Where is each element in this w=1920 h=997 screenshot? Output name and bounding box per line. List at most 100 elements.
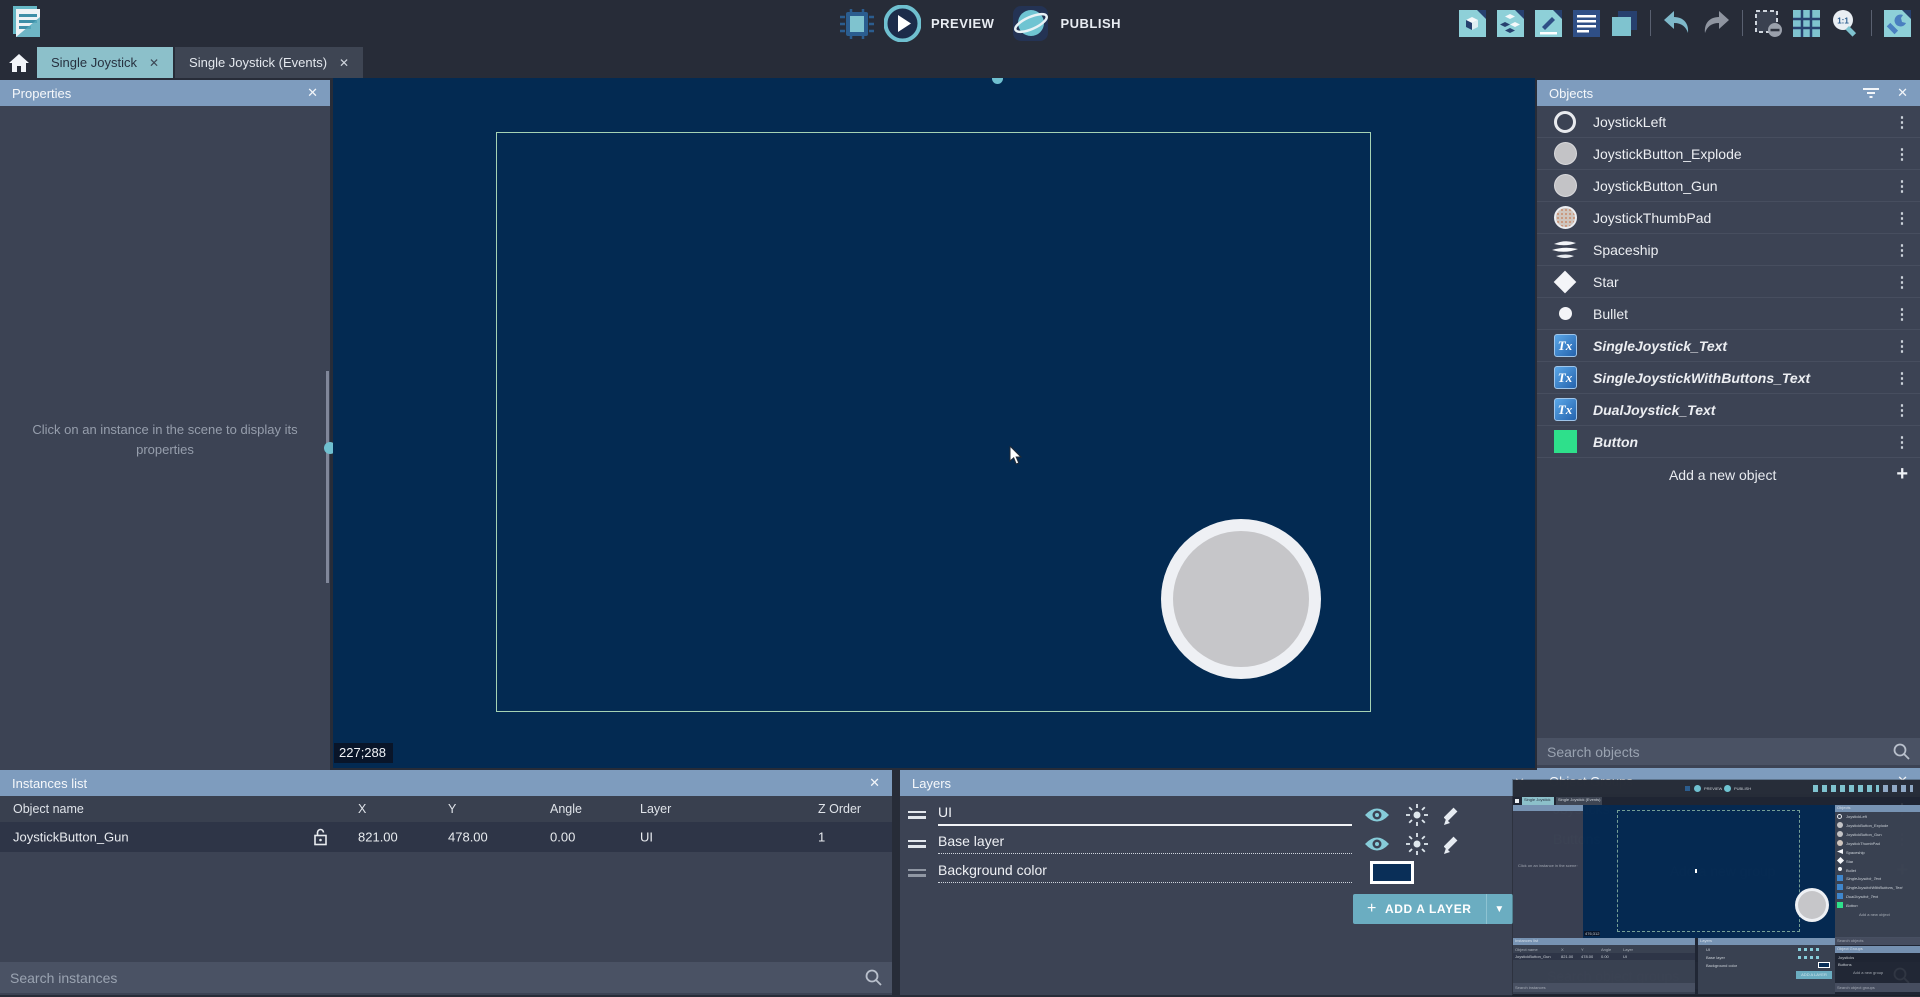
joystick-button-instance[interactable]: [1161, 519, 1321, 679]
close-tab-icon[interactable]: ✕: [339, 56, 349, 70]
objects-search-bar: [1537, 738, 1920, 765]
publish-planet-icon[interactable]: [1012, 5, 1050, 42]
object-row[interactable]: JoystickButton_Gun ⋮: [1537, 170, 1920, 202]
object-row[interactable]: Tx SingleJoystick_Text ⋮: [1537, 330, 1920, 362]
object-menu-icon[interactable]: ⋮: [1894, 113, 1910, 131]
panel-title: Layers: [912, 776, 951, 791]
object-row[interactable]: JoystickButton_Explode ⋮: [1537, 138, 1920, 170]
object-row[interactable]: Bullet ⋮: [1537, 298, 1920, 330]
object-menu-icon[interactable]: ⋮: [1894, 209, 1910, 227]
scene-editor-canvas[interactable]: 227;288: [333, 78, 1535, 768]
object-row[interactable]: JoystickLeft ⋮: [1537, 106, 1920, 138]
object-menu-icon[interactable]: ⋮: [1894, 433, 1910, 451]
filter-icon[interactable]: [1863, 87, 1879, 99]
mini-play-icon: [1694, 785, 1701, 792]
object-menu-icon[interactable]: ⋮: [1894, 337, 1910, 355]
mini-layers-panel: Layers UI Base layer Background color AD…: [1698, 938, 1835, 994]
close-icon[interactable]: ✕: [307, 85, 318, 101]
properties-panel-header: Properties ✕: [0, 80, 330, 106]
drag-handle-icon[interactable]: [908, 837, 926, 851]
object-row[interactable]: Tx DualJoystick_Text ⋮: [1537, 394, 1920, 426]
clear-selection-icon[interactable]: [1754, 9, 1783, 38]
object-menu-icon[interactable]: ⋮: [1894, 369, 1910, 387]
tab-label: Single Joystick (Events): [189, 55, 327, 70]
publish-button[interactable]: PUBLISH: [1060, 16, 1121, 31]
object-row[interactable]: Spaceship ⋮: [1537, 234, 1920, 266]
preview-play-icon[interactable]: [884, 5, 921, 42]
add-object-row[interactable]: Add a new object +: [1537, 458, 1920, 491]
layer-effects-icon[interactable]: [1406, 804, 1428, 826]
edit-pencil-icon[interactable]: [1444, 834, 1464, 854]
object-menu-icon[interactable]: ⋮: [1894, 401, 1910, 419]
layer-name-field[interactable]: Base layer: [938, 833, 1352, 854]
plus-icon: +: [1896, 463, 1908, 486]
tab-events[interactable]: Single Joystick (Events) ✕: [175, 47, 363, 78]
debugger-icon[interactable]: [840, 9, 874, 39]
tab-scene[interactable]: Single Joystick ✕: [37, 47, 173, 78]
background-color-swatch[interactable]: [1370, 861, 1414, 884]
tab-bar: Single Joystick ✕ Single Joystick (Event…: [0, 47, 1920, 78]
object-groups-editor-icon[interactable]: [1496, 9, 1525, 38]
text-object-icon: Tx: [1554, 334, 1577, 357]
panel-resize-handle-top[interactable]: [992, 78, 1003, 84]
chevron-down-icon[interactable]: ▼: [1486, 894, 1513, 924]
plus-icon: +: [1367, 900, 1377, 918]
gray-circle-icon: [1554, 174, 1577, 197]
close-icon[interactable]: ✕: [1897, 85, 1908, 101]
settings-wrench-icon[interactable]: [1883, 9, 1912, 38]
search-icon: [865, 969, 882, 986]
close-icon[interactable]: ✕: [869, 775, 880, 791]
ring-icon: [1554, 111, 1576, 133]
layer-effects-icon[interactable]: [1406, 833, 1428, 855]
object-row[interactable]: JoystickThumbPad ⋮: [1537, 202, 1920, 234]
project-manager-icon[interactable]: [10, 5, 44, 41]
layer-row[interactable]: Base layer: [900, 829, 1537, 858]
drag-handle-icon[interactable]: [908, 808, 926, 822]
lock-icon[interactable]: [313, 828, 328, 846]
cursor-coordinates-badge: 227;288: [334, 743, 393, 763]
visibility-eye-icon[interactable]: [1364, 806, 1390, 824]
objects-editor-icon[interactable]: [1458, 9, 1487, 38]
objects-panel-header: Objects ✕: [1537, 80, 1920, 106]
undo-icon[interactable]: [1662, 10, 1692, 36]
layers-editor-icon[interactable]: [1610, 9, 1639, 38]
object-menu-icon[interactable]: ⋮: [1894, 305, 1910, 323]
mini-search-objects: Search objects: [1835, 937, 1920, 945]
layer-row[interactable]: UI: [900, 800, 1537, 829]
object-menu-icon[interactable]: ⋮: [1894, 273, 1910, 291]
add-layer-button[interactable]: + ADD A LAYER ▼: [1353, 894, 1513, 924]
mini-search-groups: Search object groups: [1835, 983, 1920, 992]
edit-pencil-icon[interactable]: [1444, 805, 1464, 825]
close-tab-icon[interactable]: ✕: [149, 56, 159, 70]
search-instances-input[interactable]: [10, 970, 865, 986]
preview-button[interactable]: PREVIEW: [931, 16, 994, 31]
panel-title: Instances list: [12, 776, 87, 791]
layer-row[interactable]: Background color: [900, 858, 1537, 887]
zoom-1-1-icon[interactable]: 1:1: [1830, 8, 1860, 38]
visibility-eye-icon[interactable]: [1364, 835, 1390, 853]
layer-name-field[interactable]: Background color: [938, 862, 1352, 883]
redo-icon[interactable]: [1701, 10, 1731, 36]
layer-name-field[interactable]: UI: [938, 804, 1352, 826]
object-row[interactable]: Star ⋮: [1537, 266, 1920, 298]
text-object-icon: Tx: [1554, 366, 1577, 389]
diamond-icon: [1554, 270, 1577, 293]
dotted-circle-icon: [1554, 206, 1577, 229]
object-menu-icon[interactable]: ⋮: [1894, 145, 1910, 163]
mini-inactive-tab: Single Joystick (Events): [1556, 797, 1602, 805]
object-menu-icon[interactable]: ⋮: [1894, 177, 1910, 195]
object-menu-icon[interactable]: ⋮: [1894, 241, 1910, 259]
instances-list-icon[interactable]: [1572, 9, 1601, 38]
joystick-button-inner: [1173, 531, 1309, 667]
properties-editor-icon[interactable]: [1534, 9, 1563, 38]
object-row[interactable]: Tx SingleJoystickWithButtons_Text ⋮: [1537, 362, 1920, 394]
drag-handle-icon: [908, 866, 926, 880]
scrollbar[interactable]: [326, 371, 329, 583]
grid-icon[interactable]: [1792, 9, 1821, 38]
instance-row[interactable]: JoystickButton_Gun 821.00 478.00 0.00 UI…: [0, 822, 892, 852]
search-objects-input[interactable]: [1547, 744, 1893, 760]
object-row[interactable]: Button ⋮: [1537, 426, 1920, 458]
home-tab[interactable]: [0, 47, 37, 78]
instances-panel-header: Instances list ✕: [0, 770, 892, 796]
bullet-icon: [1559, 307, 1572, 320]
